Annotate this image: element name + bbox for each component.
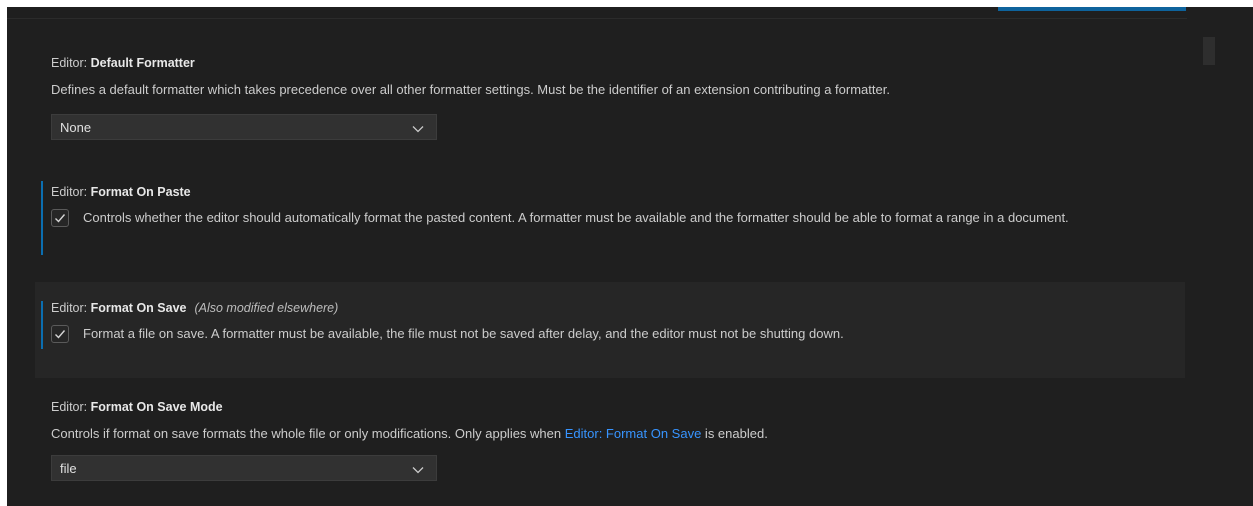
select-value: None bbox=[60, 120, 92, 135]
modified-indicator bbox=[41, 301, 43, 349]
description-text: is enabled. bbox=[701, 426, 768, 441]
settings-editor: Editor: Default Formatter Defines a defa… bbox=[7, 7, 1253, 506]
setting-default-formatter: Editor: Default Formatter Defines a defa… bbox=[35, 47, 1185, 147]
setting-format-on-save: Editor: Format On Save (Also modified els… bbox=[35, 282, 1185, 378]
setting-title: Editor: Format On Save Mode bbox=[51, 400, 223, 414]
chevron-down-icon bbox=[412, 463, 424, 474]
format-on-save-mode-select[interactable]: file bbox=[51, 455, 437, 481]
format-on-save-link[interactable]: Editor: Format On Save bbox=[565, 426, 702, 441]
setting-name: Format On Save Mode bbox=[90, 400, 223, 414]
setting-name: Format On Paste bbox=[90, 185, 191, 199]
chevron-down-icon bbox=[412, 122, 424, 133]
description-text: Controls if format on save formats the w… bbox=[51, 426, 565, 441]
divider bbox=[7, 18, 1187, 19]
scrollbar-thumb[interactable] bbox=[1203, 37, 1215, 65]
setting-title: Editor: Format On Save (Also modified els… bbox=[51, 301, 338, 315]
setting-category: Editor: bbox=[51, 185, 91, 199]
modified-elsewhere-link[interactable]: (Also modified elsewhere) bbox=[194, 301, 338, 315]
setting-description: Controls whether the editor should autom… bbox=[83, 210, 1069, 225]
setting-format-on-paste: Editor: Format On Paste Controls whether… bbox=[35, 170, 1185, 266]
format-on-save-checkbox[interactable] bbox=[51, 325, 69, 343]
setting-title: Editor: Default Formatter bbox=[51, 56, 195, 70]
setting-description: Format a file on save. A formatter must … bbox=[83, 326, 844, 341]
setting-name: Default Formatter bbox=[90, 56, 195, 70]
toolbar-accent-button[interactable] bbox=[998, 7, 1186, 11]
setting-title: Editor: Format On Paste bbox=[51, 185, 191, 199]
check-icon bbox=[55, 330, 66, 339]
format-on-paste-checkbox[interactable] bbox=[51, 209, 69, 227]
setting-description: Controls if format on save formats the w… bbox=[51, 426, 768, 441]
check-icon bbox=[55, 214, 66, 223]
modified-indicator bbox=[41, 181, 43, 255]
setting-description: Defines a default formatter which takes … bbox=[51, 82, 890, 97]
setting-category: Editor: bbox=[51, 301, 91, 315]
setting-name: Format On Save bbox=[90, 301, 187, 315]
select-value: file bbox=[60, 461, 77, 476]
setting-category: Editor: bbox=[51, 56, 91, 70]
default-formatter-select[interactable]: None bbox=[51, 114, 437, 140]
setting-category: Editor: bbox=[51, 400, 91, 414]
setting-format-on-save-mode: Editor: Format On Save Mode Controls if … bbox=[35, 391, 1185, 501]
